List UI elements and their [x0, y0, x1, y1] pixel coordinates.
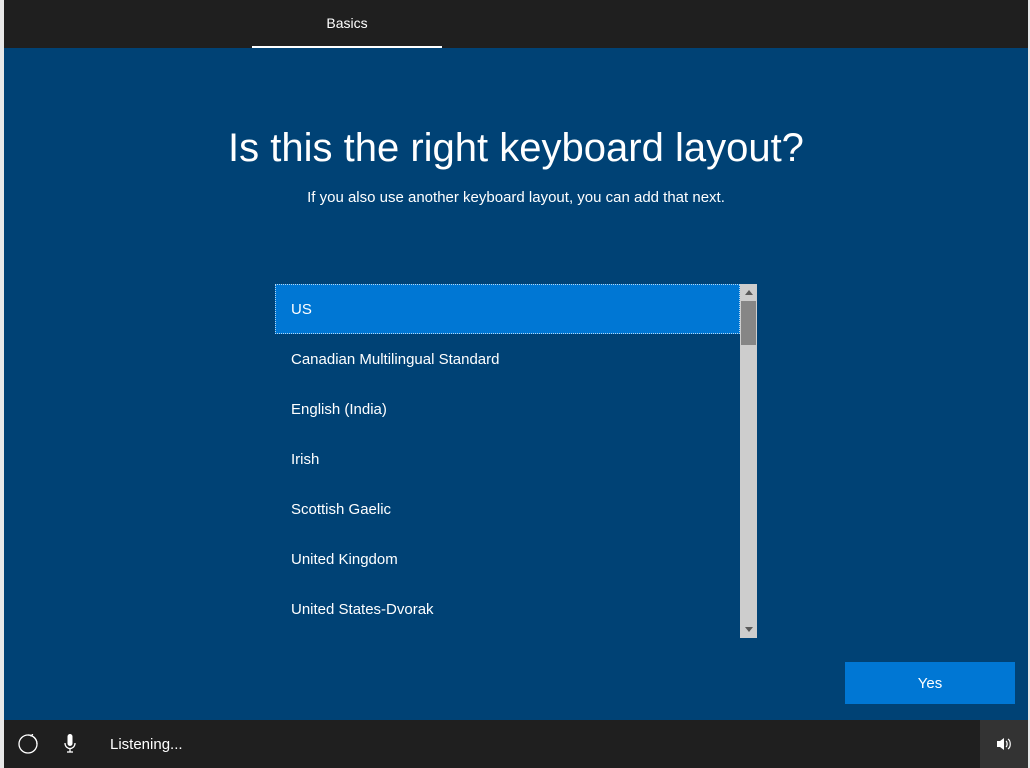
- scroll-up-arrow-icon[interactable]: [740, 284, 757, 301]
- tab-basics[interactable]: Basics: [252, 0, 442, 48]
- oobe-window: Basics Is this the right keyboard layout…: [4, 0, 1028, 768]
- layout-item-scottish-gaelic[interactable]: Scottish Gaelic: [275, 484, 740, 534]
- layout-item-us-dvorak[interactable]: United States-Dvorak: [275, 584, 740, 634]
- tab-basics-label: Basics: [326, 15, 367, 31]
- page-title: Is this the right keyboard layout?: [228, 126, 804, 171]
- listening-status: Listening...: [110, 736, 183, 753]
- scroll-down-arrow-icon[interactable]: [740, 621, 757, 638]
- page-subtitle: If you also use another keyboard layout,…: [307, 189, 725, 206]
- top-bar: Basics: [4, 0, 1028, 48]
- scroll-thumb[interactable]: [741, 301, 756, 345]
- bottom-bar: Listening...: [4, 720, 1028, 768]
- layout-item-united-kingdom[interactable]: United Kingdom: [275, 534, 740, 584]
- layout-item-english-india[interactable]: English (India): [275, 384, 740, 434]
- content-area: Is this the right keyboard layout? If yo…: [4, 48, 1028, 720]
- layout-item-canadian-multilingual[interactable]: Canadian Multilingual Standard: [275, 334, 740, 384]
- keyboard-layout-list: US Canadian Multilingual Standard Englis…: [275, 284, 757, 638]
- layout-list-items: US Canadian Multilingual Standard Englis…: [275, 284, 740, 638]
- layout-item-label: United States-Dvorak: [291, 601, 434, 618]
- volume-icon[interactable]: [980, 720, 1028, 768]
- layout-item-label: Scottish Gaelic: [291, 501, 391, 518]
- layout-item-us[interactable]: US: [275, 284, 740, 334]
- scroll-track[interactable]: [740, 301, 757, 621]
- microphone-icon[interactable]: [52, 720, 88, 768]
- yes-button[interactable]: Yes: [845, 662, 1015, 704]
- layout-item-irish[interactable]: Irish: [275, 434, 740, 484]
- layout-item-label: United Kingdom: [291, 551, 398, 568]
- layout-item-label: Canadian Multilingual Standard: [291, 351, 499, 368]
- yes-button-label: Yes: [918, 675, 942, 692]
- layout-item-label: Irish: [291, 451, 319, 468]
- layout-item-label: English (India): [291, 401, 387, 418]
- layout-item-label: US: [291, 301, 312, 318]
- scrollbar[interactable]: [740, 284, 757, 638]
- ease-of-access-icon[interactable]: [4, 720, 52, 768]
